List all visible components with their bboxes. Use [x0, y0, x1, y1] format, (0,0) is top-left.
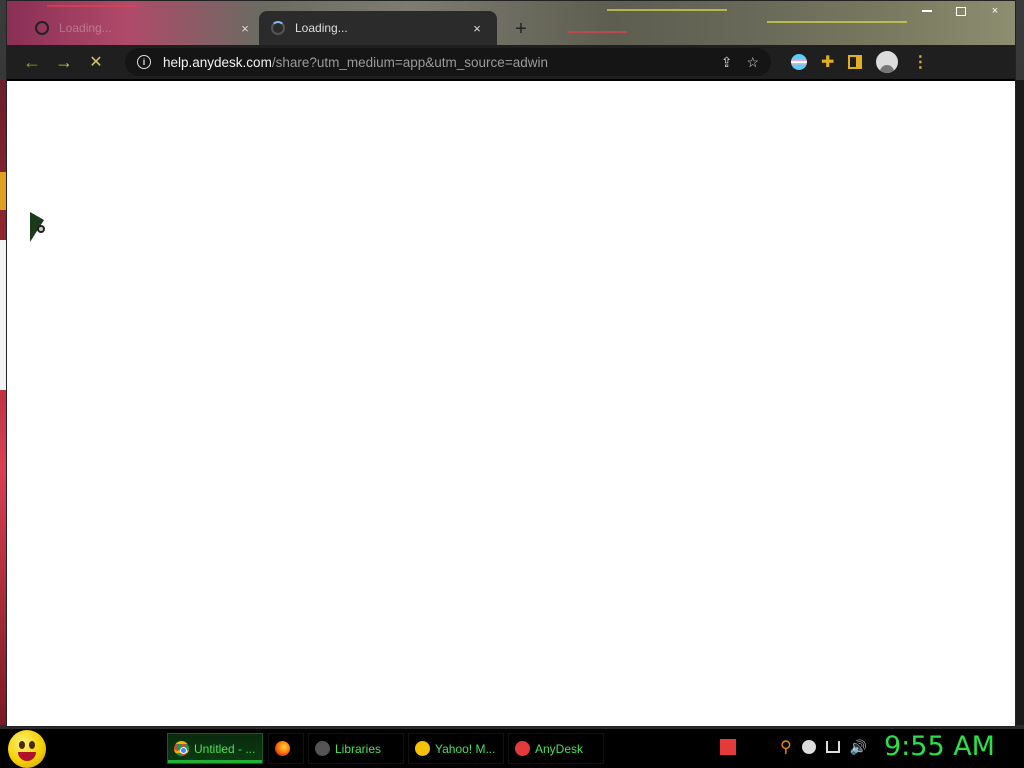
- new-tab-button[interactable]: +: [509, 17, 533, 41]
- browser-window: Loading... × Loading... × + × ← → ✕ i he…: [6, 0, 1016, 727]
- taskbar-clock[interactable]: 9:55 AM: [884, 731, 995, 762]
- back-button[interactable]: ←: [17, 47, 47, 77]
- start-smiley-icon[interactable]: [8, 730, 46, 768]
- extensions-area: ✚ ⋮: [791, 51, 928, 73]
- theme-decoration: [767, 21, 907, 23]
- system-tray: ⚲ 🔊: [720, 737, 867, 757]
- chrome-icon: [174, 741, 189, 756]
- tab-favicon-icon: [35, 21, 49, 35]
- page-viewport[interactable]: [7, 81, 1015, 726]
- taskbar-item-anydesk[interactable]: AnyDesk: [508, 733, 604, 764]
- tab-title: Loading...: [295, 21, 348, 35]
- tab-active[interactable]: Loading... ×: [259, 11, 497, 45]
- firefox-icon: [275, 741, 290, 756]
- network-icon[interactable]: [825, 741, 840, 753]
- menu-icon[interactable]: ⋮: [912, 52, 928, 72]
- taskbar-item-label: Libraries: [335, 741, 382, 756]
- anydesk-tray-icon[interactable]: [720, 739, 736, 755]
- url-path: /share?utm_medium=app&utm_source=adwin: [271, 54, 548, 70]
- tab-inactive[interactable]: Loading... ×: [23, 11, 265, 45]
- tab-close-icon[interactable]: ×: [237, 20, 253, 36]
- minimize-icon: [922, 10, 932, 12]
- stop-loading-button[interactable]: ✕: [81, 47, 111, 77]
- start-eye: [29, 741, 35, 749]
- forward-button[interactable]: →: [49, 47, 79, 77]
- loading-spinner-icon: [271, 21, 285, 35]
- theme-decoration: [567, 31, 627, 33]
- theme-decoration: [607, 9, 727, 11]
- libraries-icon: [315, 741, 330, 756]
- yahoo-messenger-icon: [415, 741, 430, 756]
- site-info-icon[interactable]: i: [137, 55, 151, 69]
- tab-strip: Loading... × Loading... × + ×: [7, 1, 1015, 45]
- taskbar-item-label: Untitled - ...: [194, 741, 256, 756]
- messenger-tray-icon[interactable]: [801, 740, 816, 754]
- search-tray-icon[interactable]: ⚲: [780, 737, 792, 757]
- trans-flag-extension-icon[interactable]: [791, 54, 807, 70]
- taskbar-item-firefox[interactable]: [268, 733, 304, 764]
- share-icon[interactable]: ⇪: [721, 54, 733, 71]
- maximize-icon: [956, 6, 966, 16]
- volume-icon[interactable]: 🔊: [850, 739, 867, 756]
- close-window-button[interactable]: ×: [981, 3, 1009, 19]
- browser-toolbar: ← → ✕ i help.anydesk.com /share?utm_medi…: [7, 45, 1015, 79]
- taskbar: Untitled - ... Libraries Yahoo! M... Any…: [0, 729, 1024, 768]
- taskbar-item-chrome[interactable]: Untitled - ...: [167, 733, 263, 764]
- taskbar-item-label: AnyDesk: [535, 741, 584, 756]
- bookmark-star-icon[interactable]: ☆: [746, 54, 759, 71]
- extensions-puzzle-icon[interactable]: ✚: [821, 52, 834, 72]
- taskbar-item-label: Yahoo! M...: [435, 741, 496, 756]
- maximize-button[interactable]: [947, 3, 975, 19]
- profile-avatar-icon[interactable]: [876, 51, 899, 73]
- start-mouth: [18, 752, 36, 761]
- mouse-cursor-busy-icon: [37, 225, 45, 233]
- start-eye: [19, 741, 25, 749]
- theme-decoration: [47, 5, 137, 7]
- tab-close-icon[interactable]: ×: [469, 20, 485, 36]
- url-host: help.anydesk.com: [163, 54, 272, 70]
- window-controls: ×: [913, 3, 1009, 19]
- taskbar-item-yahoo[interactable]: Yahoo! M...: [408, 733, 504, 764]
- anydesk-icon: [515, 741, 530, 756]
- address-bar[interactable]: i help.anydesk.com /share?utm_medium=app…: [125, 48, 771, 76]
- side-panel-icon[interactable]: [848, 55, 863, 69]
- tab-title: Loading...: [59, 21, 112, 35]
- minimize-button[interactable]: [913, 3, 941, 19]
- taskbar-item-libraries[interactable]: Libraries: [308, 733, 404, 764]
